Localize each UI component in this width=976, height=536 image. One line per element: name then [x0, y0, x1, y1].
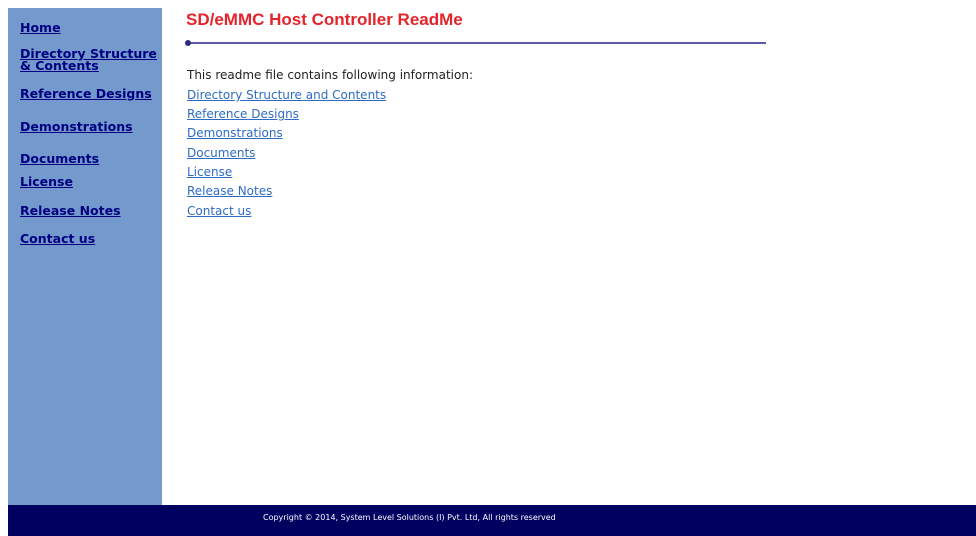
sidebar-item-release-notes[interactable]: Release Notes — [20, 204, 162, 217]
link-documents[interactable]: Documents — [187, 146, 255, 160]
copyright-text: Copyright © 2014, System Level Solutions… — [263, 513, 556, 522]
title-divider-dot — [185, 40, 191, 46]
sidebar-item-reference-designs[interactable]: Reference Designs — [20, 87, 162, 100]
sidebar-item-documents[interactable]: Documents — [20, 152, 162, 165]
link-release-notes[interactable]: Release Notes — [187, 184, 272, 198]
sidebar-item-directory-structure[interactable]: Directory Structure & Contents — [20, 47, 162, 72]
link-license[interactable]: License — [187, 165, 232, 179]
main-content: SD/eMMC Host Controller ReadMe This read… — [162, 8, 976, 505]
sidebar-nav: Home Directory Structure & Contents Refe… — [8, 8, 162, 505]
link-reference-designs[interactable]: Reference Designs — [187, 107, 299, 121]
sidebar-item-home[interactable]: Home — [20, 21, 162, 34]
sidebar-item-contact-us[interactable]: Contact us — [20, 232, 162, 245]
sidebar-item-demonstrations[interactable]: Demonstrations — [20, 120, 162, 133]
page-title: SD/eMMC Host Controller ReadMe — [186, 10, 463, 29]
intro-text: This readme file contains following info… — [187, 68, 474, 82]
link-demonstrations[interactable]: Demonstrations — [187, 126, 283, 140]
title-divider — [186, 42, 766, 44]
link-contact-us[interactable]: Contact us — [187, 204, 251, 218]
sidebar-item-license[interactable]: License — [20, 175, 162, 188]
footer: Copyright © 2014, System Level Solutions… — [8, 505, 976, 536]
link-directory-structure[interactable]: Directory Structure and Contents — [187, 88, 386, 102]
